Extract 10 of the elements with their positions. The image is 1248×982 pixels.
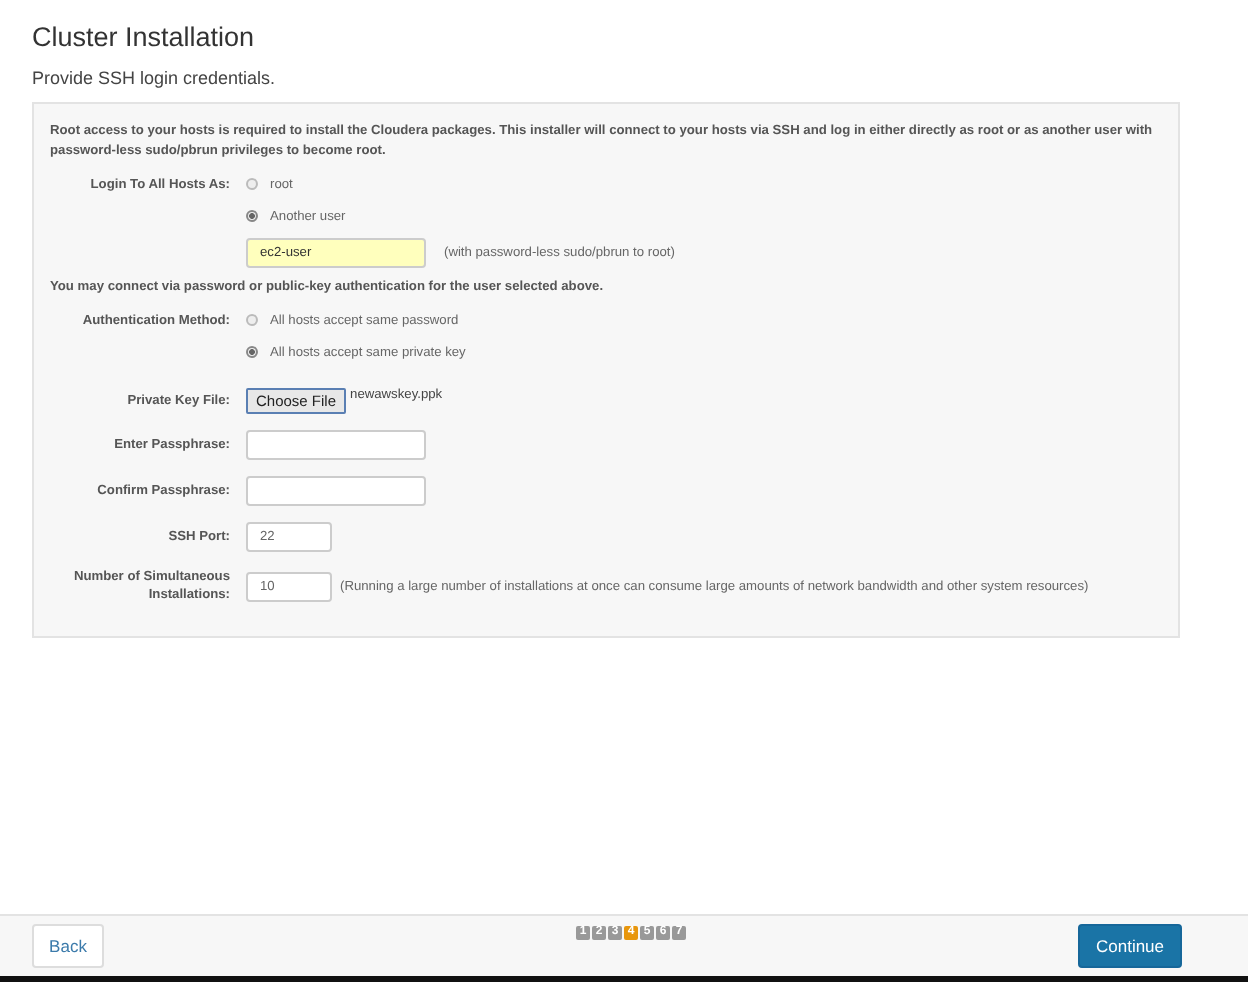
radio-button[interactable] <box>246 178 258 190</box>
radio-button[interactable] <box>246 346 258 358</box>
radio-button[interactable] <box>246 210 258 222</box>
continue-button[interactable]: Continue <box>1078 924 1182 968</box>
page-title: Cluster Installation <box>32 22 257 54</box>
radio-button[interactable] <box>246 314 258 326</box>
passphrase-field[interactable] <box>246 476 426 506</box>
page-subtitle: Provide SSH login credentials. <box>32 68 278 90</box>
back-button[interactable]: Back <box>32 924 104 968</box>
passphrase-field[interactable] <box>246 430 426 460</box>
